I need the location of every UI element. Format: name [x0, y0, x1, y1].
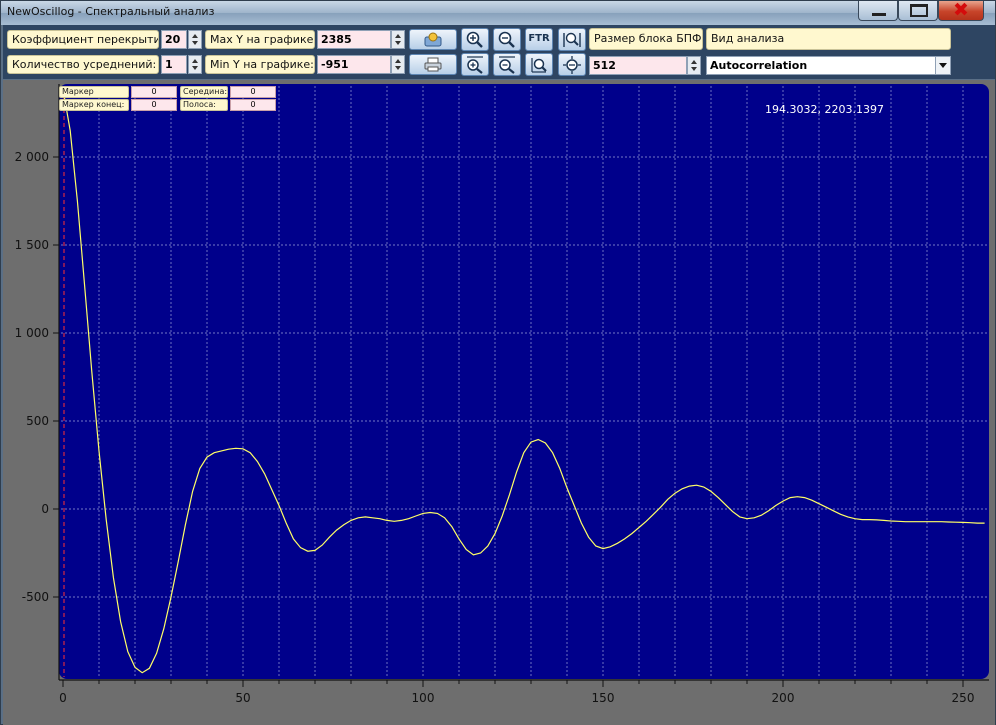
maximize-button[interactable]	[898, 1, 938, 21]
marker-start-label: Маркер начало:	[59, 86, 129, 106]
zoom-in-x-button[interactable]	[461, 28, 489, 51]
marker-middle-value: 0	[230, 86, 276, 98]
max-y-stepper[interactable]	[391, 30, 405, 49]
x-tick-label: 50	[235, 691, 250, 705]
x-tick-label: 150	[592, 691, 615, 705]
max-y-input[interactable]: 2385	[317, 30, 391, 49]
min-y-stepper[interactable]	[391, 55, 405, 74]
zoom-fit-x-button[interactable]	[558, 28, 586, 51]
y-tick-label: 1 000	[15, 326, 49, 340]
max-y-label: Max Y на графике:	[205, 30, 315, 49]
zoom-reset-button[interactable]	[525, 53, 553, 76]
overlap-input[interactable]: 20	[161, 30, 187, 49]
close-icon: ✖	[953, 0, 969, 21]
marker-end-label: Маркер конец:	[59, 99, 129, 111]
close-button[interactable]: ✖	[938, 0, 984, 21]
y-tick-label: 500	[26, 414, 49, 428]
palette-icon	[424, 32, 442, 47]
marker-band-value: 0	[230, 99, 276, 111]
x-tick-label: 0	[59, 691, 67, 705]
zoom-in-vertical-icon	[467, 56, 483, 74]
analysis-type-label: Вид анализа	[706, 28, 951, 50]
color-palette-button[interactable]	[409, 29, 457, 50]
y-tick-label: -500	[22, 590, 49, 604]
zoom-out-vertical-icon	[499, 56, 515, 74]
y-tick-label: 1 500	[15, 238, 49, 252]
averaging-input[interactable]: 1	[161, 55, 187, 74]
zoom-all-button[interactable]	[558, 53, 586, 76]
minimize-button[interactable]	[858, 1, 898, 21]
print-button[interactable]	[409, 54, 457, 75]
zoom-in-y-button[interactable]	[461, 53, 489, 76]
marker-start-value: 0	[131, 86, 177, 98]
analysis-type-select[interactable]: Autocorrelation	[706, 56, 951, 75]
title-bar[interactable]: NewOscillog - Спектральный анализ ✖	[1, 0, 995, 25]
autocorrelation-chart[interactable]: 0 50 100 150 200 250 2 000 1 500 1 000 500 0 -500	[3, 80, 995, 725]
zoom-reset-icon	[531, 58, 547, 73]
y-tick-label: 0	[41, 502, 49, 516]
chart-area: 0 50 100 150 200 250 2 000 1 500 1 000 500 0 -500	[3, 80, 995, 725]
zoom-all-icon	[563, 56, 581, 74]
overlap-stepper[interactable]	[188, 30, 202, 49]
printer-icon	[424, 57, 442, 72]
toolbar: Коэффициент перекрытия: 20 Max Y на граф…	[3, 25, 995, 79]
zoom-out-icon	[498, 31, 515, 48]
marker-band-label: Полоса:	[180, 99, 228, 111]
min-y-input[interactable]: -951	[317, 55, 391, 74]
analysis-type-value: Autocorrelation	[710, 59, 808, 72]
x-tick-label: 250	[952, 691, 975, 705]
fft-block-size-input[interactable]: 512	[589, 56, 687, 75]
fft-block-label: Размер блока БПФ	[589, 28, 703, 50]
zoom-out-x-button[interactable]	[493, 28, 521, 51]
cursor-coordinates: 194.3032, 2203.1397	[765, 103, 884, 116]
maximize-icon	[910, 4, 928, 17]
minimize-icon	[872, 13, 886, 16]
x-tick-label: 200	[772, 691, 795, 705]
averaging-label: Количество усреднений:	[7, 55, 159, 74]
min-y-label: Min Y на графике:	[205, 55, 315, 74]
marker-end-value: 0	[131, 99, 177, 111]
x-tick-label: 100	[412, 691, 435, 705]
overlap-label: Коэффициент перекрытия:	[7, 30, 159, 49]
autocorrelation-series-line	[62, 89, 985, 674]
zoom-fit-icon	[563, 32, 581, 47]
window-title: NewOscillog - Спектральный анализ	[7, 5, 215, 18]
chevron-down-icon[interactable]	[935, 57, 950, 74]
app-window: NewOscillog - Спектральный анализ ✖ Коэф…	[0, 0, 996, 725]
ftr-button[interactable]: FTR	[525, 28, 553, 51]
marker-middle-label: Середина:	[180, 86, 228, 98]
zoom-in-icon	[466, 31, 483, 48]
y-tick-label: 2 000	[15, 150, 49, 164]
averaging-stepper[interactable]	[188, 55, 202, 74]
zoom-out-y-button[interactable]	[493, 53, 521, 76]
fft-block-size-stepper[interactable]	[687, 56, 701, 75]
